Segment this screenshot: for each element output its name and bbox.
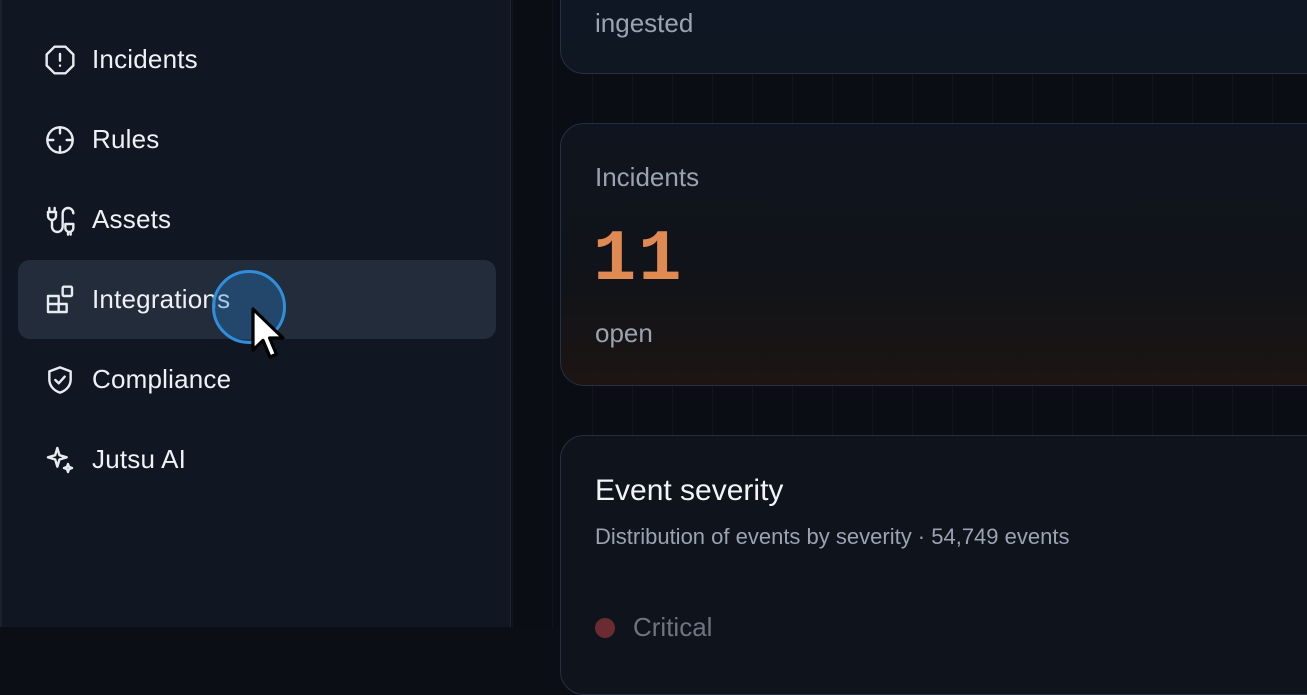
incidents-count: 11	[593, 219, 684, 301]
event-severity-card: Event severity Distribution of events by…	[560, 435, 1307, 695]
sidebar-item-label: Compliance	[92, 364, 232, 394]
sidebar-item-incidents[interactable]: Incidents	[18, 20, 496, 99]
severity-dot	[595, 617, 615, 638]
sidebar-item-label: Integrations	[92, 284, 231, 314]
plug-icon	[44, 204, 76, 236]
sparkles-icon	[44, 444, 76, 476]
main-content: ingested Incidents 11 open Event severit…	[512, 0, 1307, 695]
card-description: Distribution of events by severity · 54,…	[595, 524, 1070, 549]
sidebar-item-label: Incidents	[92, 44, 198, 74]
sidebar-item-label: Rules	[92, 124, 160, 154]
card-subtitle: open	[595, 318, 653, 348]
crosshair-icon	[44, 124, 76, 156]
alert-octagon-icon	[44, 44, 76, 76]
card-label: Incidents	[595, 162, 700, 192]
blocks-icon	[44, 284, 76, 316]
card-subtitle: ingested	[595, 8, 694, 38]
legend-item-critical[interactable]: Critical	[595, 612, 712, 643]
sidebar-item-label: Jutsu AI	[92, 444, 187, 474]
legend-label: Critical	[633, 612, 713, 642]
sidebar-item-assets[interactable]: Assets	[18, 180, 496, 259]
card-title: Event severity	[595, 474, 784, 507]
shield-check-icon	[44, 364, 76, 396]
sidebar-item-jutsu-ai[interactable]: Jutsu AI	[18, 420, 496, 499]
incidents-card[interactable]: Incidents 11 open	[560, 123, 1307, 386]
sidebar-item-rules[interactable]: Rules	[18, 100, 496, 179]
mouse-cursor-icon	[251, 307, 285, 359]
sidebar-item-label: Assets	[92, 204, 172, 234]
ingested-card[interactable]: ingested	[560, 0, 1307, 74]
